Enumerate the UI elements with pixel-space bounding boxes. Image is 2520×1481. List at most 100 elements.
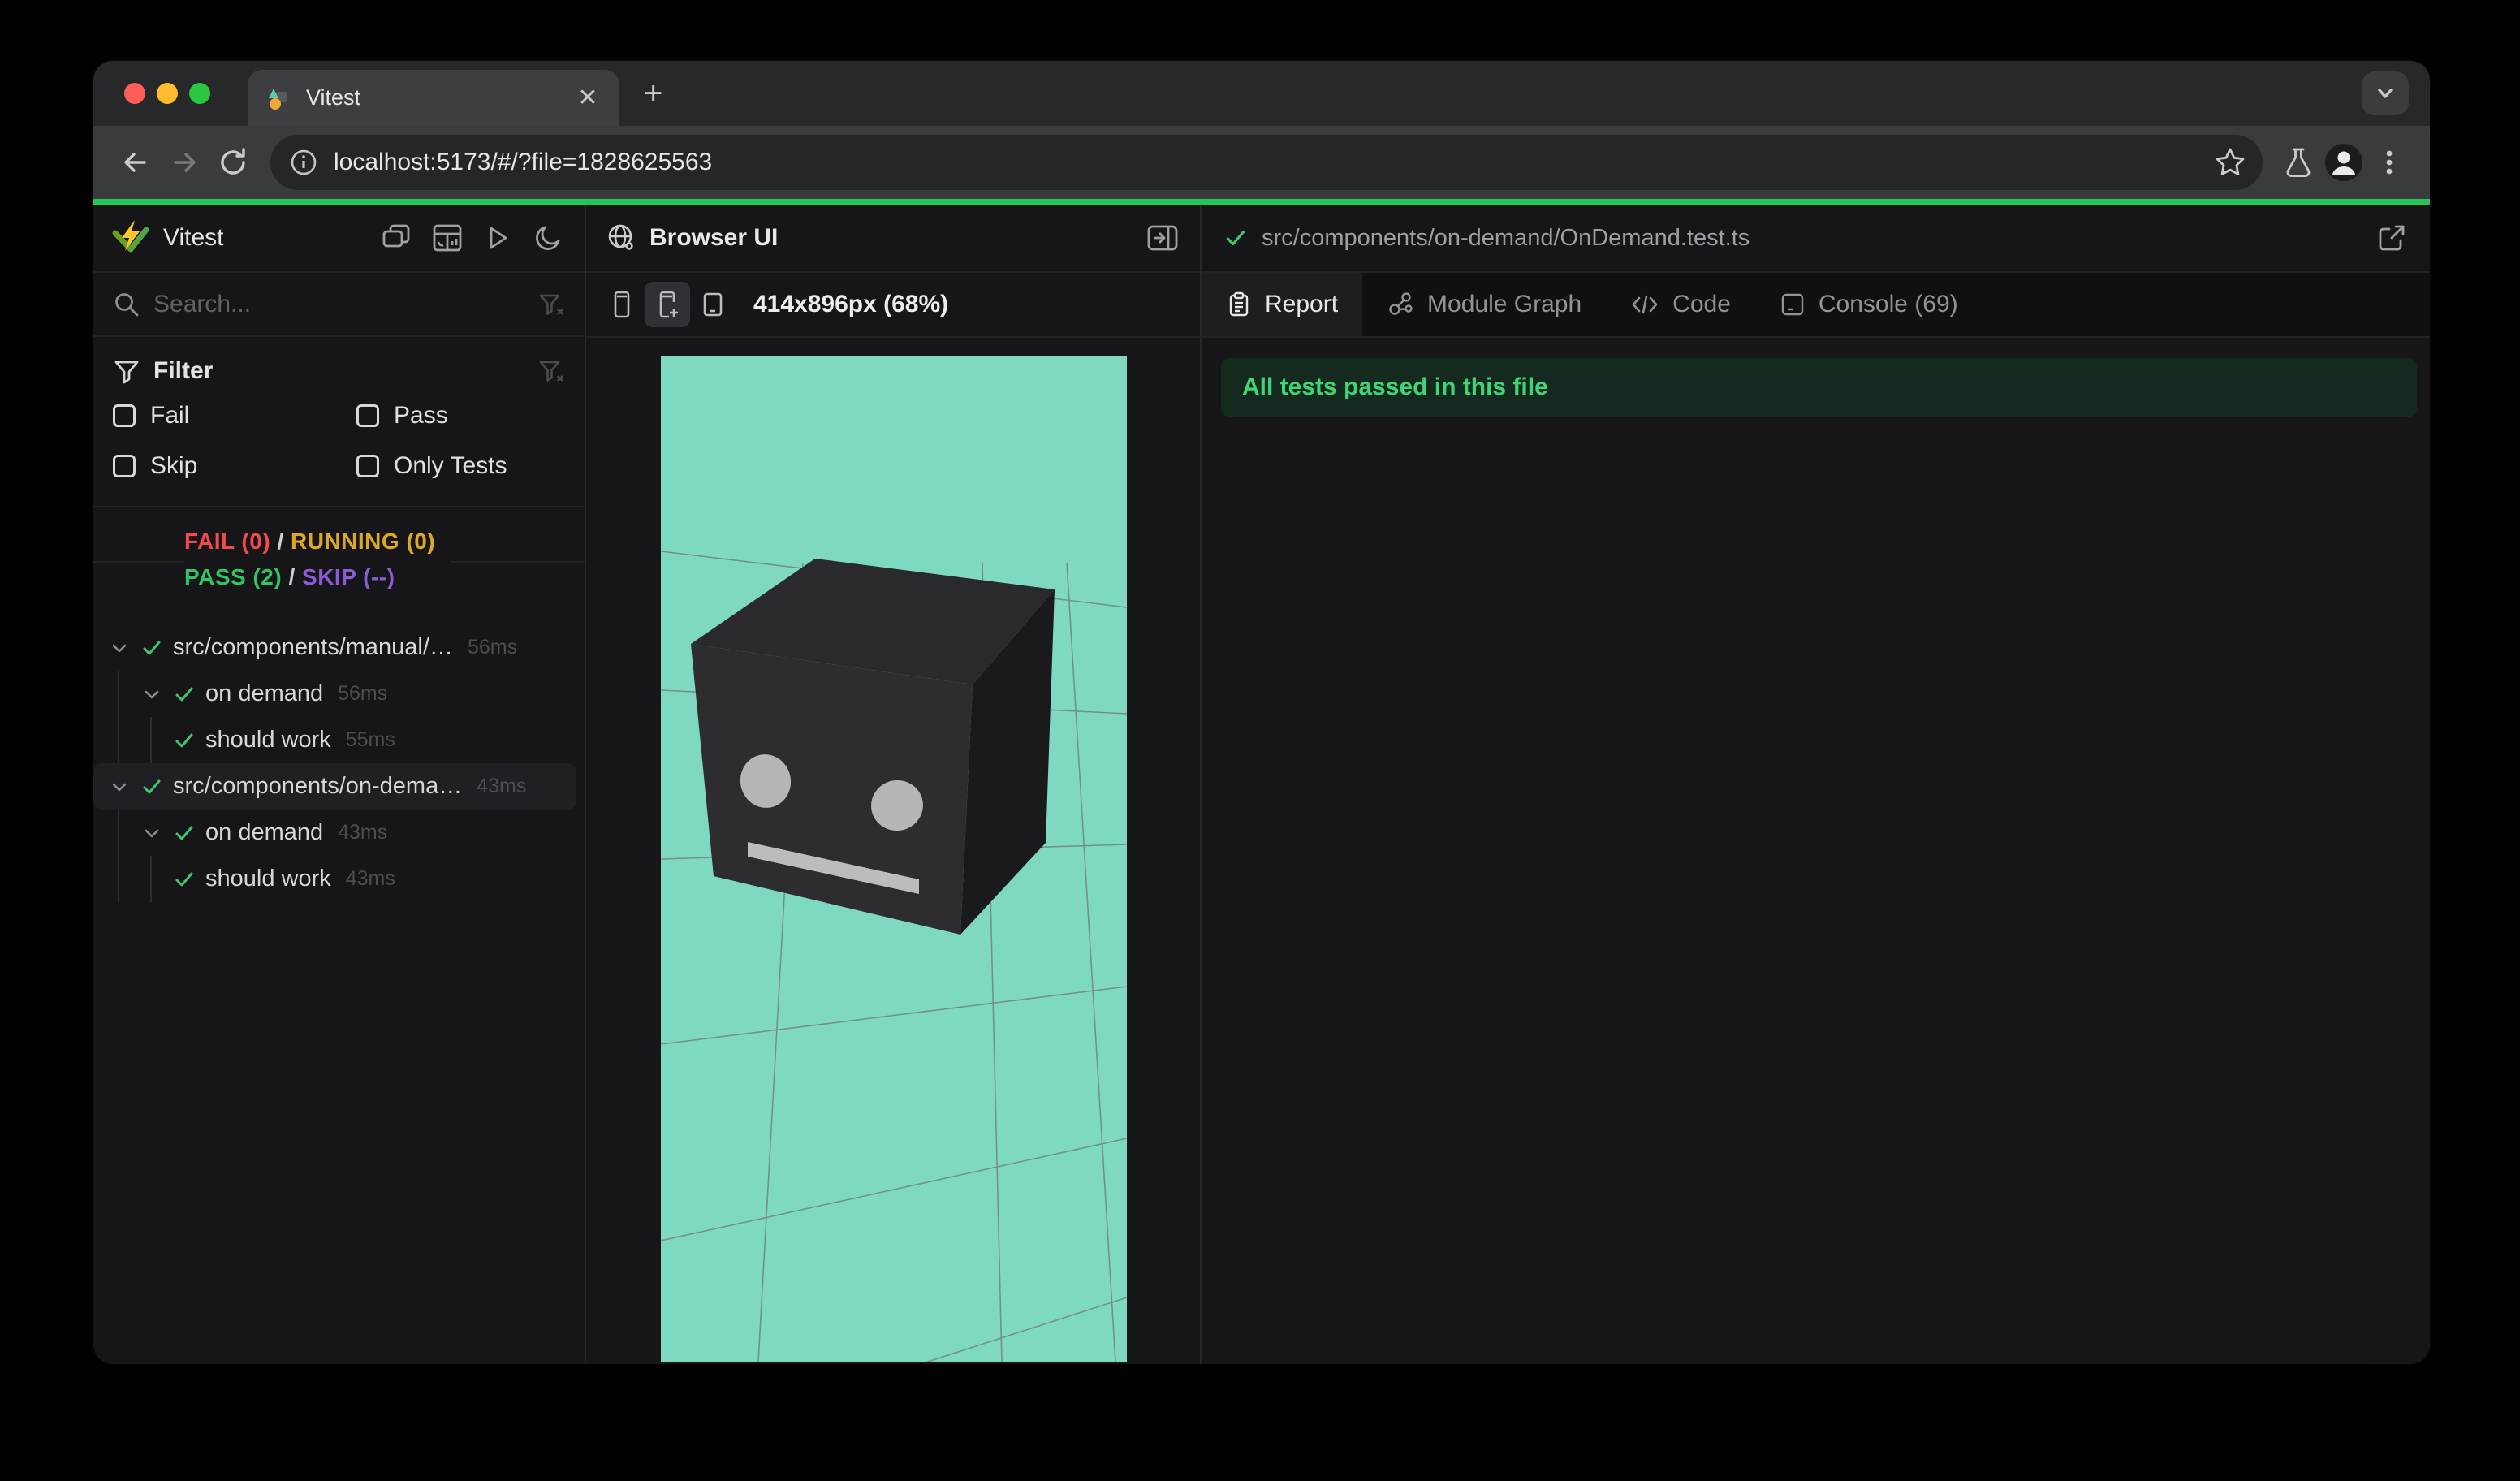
robot-cube xyxy=(691,559,1055,935)
back-arrow-icon xyxy=(124,153,146,172)
device-phone-button[interactable] xyxy=(599,282,645,327)
sidebar-header: Vitest xyxy=(93,205,585,273)
open-panel-button[interactable] xyxy=(1145,220,1180,256)
sidebar: Vitest Search... Filter Fail Pass Skip O… xyxy=(93,205,586,1364)
running-count: RUNNING (0) xyxy=(291,529,436,554)
experiments-button[interactable] xyxy=(2276,140,2321,185)
browser-menu-button[interactable] xyxy=(2367,140,2412,185)
test-file-path: src/components/on-demand/OnDemand.test.t… xyxy=(1262,224,1750,251)
chevron-down-icon[interactable] xyxy=(136,817,168,849)
bookmark-button[interactable] xyxy=(2207,140,2253,185)
preview-title: Browser UI xyxy=(649,224,779,251)
tab-strip: Vitest ✕ + xyxy=(93,61,2430,126)
address-bar[interactable] xyxy=(270,135,2263,190)
pass-check-icon xyxy=(136,771,168,803)
tab-report[interactable]: Report xyxy=(1202,273,1363,336)
search-icon xyxy=(115,292,139,316)
report-header: src/components/on-demand/OnDemand.test.t… xyxy=(1202,205,2430,273)
vitest-ui: Vitest Search... Filter Fail Pass Skip O… xyxy=(93,205,2430,1364)
test-summary: FAIL (0) / RUNNING (0) PASS (2) / SKIP (… xyxy=(93,507,585,615)
summary-line-1: FAIL (0) / RUNNING (0) xyxy=(184,529,436,554)
dashboard-button[interactable] xyxy=(429,219,466,257)
panel-right-icon xyxy=(1147,225,1178,251)
forward-button[interactable] xyxy=(160,138,209,187)
tab-code[interactable]: Code xyxy=(1606,273,1755,336)
clear-filter-icon[interactable] xyxy=(537,357,565,385)
browser-preview-panel: Browser UI 414x896px (68%) xyxy=(586,205,1202,1364)
chevron-down-icon[interactable] xyxy=(103,632,136,664)
collapse-panels-button[interactable] xyxy=(378,219,416,257)
clear-filter-icon[interactable] xyxy=(537,291,565,318)
duration: 43ms xyxy=(345,867,395,890)
test-file-row-selected[interactable]: src/components/on-dema… 43ms xyxy=(93,763,576,810)
test-suite-row[interactable]: on demand 56ms xyxy=(93,671,585,717)
test-tree: src/components/manual/… 56ms on demand 5… xyxy=(93,615,585,1364)
filter-header: Filter xyxy=(113,352,565,391)
checkbox[interactable] xyxy=(113,404,136,427)
test-suite-row[interactable]: on demand 43ms xyxy=(93,810,585,856)
chevron-down-icon[interactable] xyxy=(103,771,136,803)
3d-scene xyxy=(661,356,1127,1362)
app-viewport[interactable] xyxy=(661,356,1127,1362)
device-tablet-button[interactable] xyxy=(690,282,736,327)
test-case-row[interactable]: should work 43ms xyxy=(93,856,585,902)
duration: 56ms xyxy=(467,636,518,658)
globe-icon xyxy=(608,224,633,250)
summary-line-2: PASS (2) / SKIP (--) xyxy=(184,564,395,589)
open-in-editor-button[interactable] xyxy=(2375,221,2409,255)
phone-plus-icon xyxy=(659,291,678,318)
tab-close-icon[interactable]: ✕ xyxy=(574,84,602,112)
test-progress-bar xyxy=(93,199,2430,205)
run-all-button[interactable] xyxy=(479,219,516,257)
indent-guide xyxy=(150,717,152,763)
tab-module-graph[interactable]: Module Graph xyxy=(1362,273,1606,336)
filter-option-only-tests[interactable]: Only Tests xyxy=(356,447,565,485)
profile-button[interactable] xyxy=(2321,140,2367,185)
dark-mode-toggle[interactable] xyxy=(529,219,567,257)
tab-title: Vitest xyxy=(306,85,361,110)
skip-count: SKIP (--) xyxy=(302,564,395,589)
console-icon xyxy=(1781,293,1804,316)
test-file-row[interactable]: src/components/manual/… 56ms xyxy=(93,624,585,671)
checkbox[interactable] xyxy=(356,455,379,477)
module-graph-icon xyxy=(1389,292,1413,315)
kebab-menu-icon xyxy=(2386,150,2393,175)
tab-search-button[interactable] xyxy=(2362,71,2409,115)
filter-panel: Filter Fail Pass Skip Only Tests xyxy=(93,337,585,507)
pass-check-icon xyxy=(136,632,168,664)
minimize-window-button[interactable] xyxy=(157,83,178,104)
filter-option-fail[interactable]: Fail xyxy=(113,397,356,434)
reload-icon xyxy=(221,148,245,175)
all-passed-banner: All tests passed in this file xyxy=(1221,358,2417,417)
site-info-icon[interactable] xyxy=(288,147,319,178)
back-button[interactable] xyxy=(111,138,160,187)
browser-toolbar xyxy=(93,126,2430,199)
device-phone-add-button[interactable] xyxy=(645,282,690,327)
close-window-button[interactable] xyxy=(124,83,145,104)
filter-title: Filter xyxy=(153,357,214,384)
filter-option-pass[interactable]: Pass xyxy=(356,397,565,434)
new-tab-button[interactable]: + xyxy=(644,76,662,112)
maximize-window-button[interactable] xyxy=(189,83,210,104)
test-case-row[interactable]: should work 55ms xyxy=(93,717,585,763)
code-icon xyxy=(1632,295,1658,314)
checkbox[interactable] xyxy=(113,455,136,477)
pass-check-icon xyxy=(168,724,201,757)
reload-button[interactable] xyxy=(209,138,257,187)
checkbox[interactable] xyxy=(356,404,379,427)
tab-console[interactable]: Console (69) xyxy=(1755,273,1983,336)
external-link-icon xyxy=(2379,225,2405,251)
pass-check-icon xyxy=(168,678,201,710)
flask-icon xyxy=(2286,148,2311,178)
pass-check-icon xyxy=(168,863,201,896)
report-panel: src/components/on-demand/OnDemand.test.t… xyxy=(1202,205,2430,1364)
url-input[interactable] xyxy=(334,149,2207,176)
search-input[interactable] xyxy=(153,290,537,318)
filter-option-skip[interactable]: Skip xyxy=(113,447,356,485)
browser-tab[interactable]: Vitest ✕ xyxy=(248,70,619,126)
pass-check-icon xyxy=(1226,230,1245,246)
viewport-size-label: 414x896px (68%) xyxy=(753,291,949,317)
chevron-down-icon[interactable] xyxy=(136,678,168,710)
duration: 43ms xyxy=(338,821,388,844)
search-bar xyxy=(93,273,585,337)
